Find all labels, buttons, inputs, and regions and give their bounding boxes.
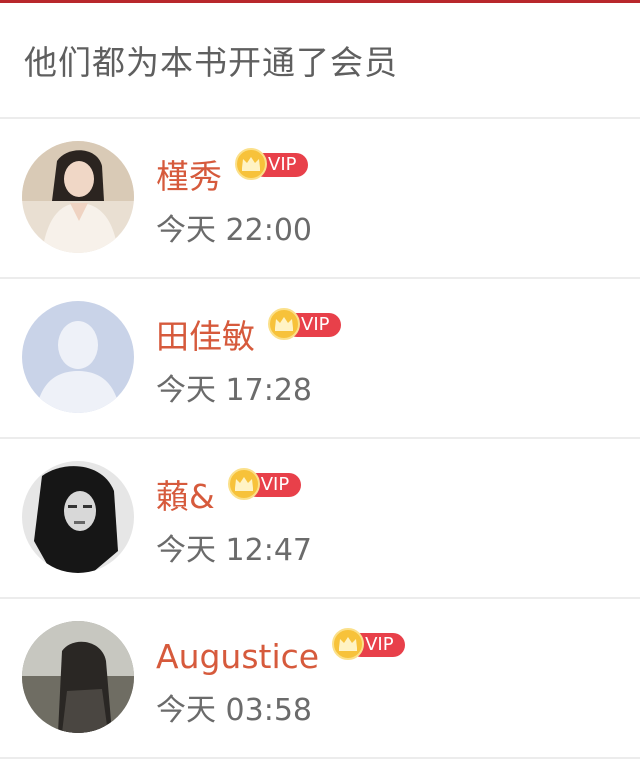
name-line: 槿秀 VIP <box>156 147 308 207</box>
crown-icon <box>227 468 260 500</box>
vip-label: VIP <box>365 634 394 655</box>
avatar[interactable] <box>22 301 134 413</box>
avatar[interactable] <box>22 621 134 733</box>
section-header: 他们都为本书开通了会员 <box>0 3 640 117</box>
section-title: 他们都为本书开通了会员 <box>24 43 398 82</box>
member-time: 今天 12:47 <box>156 533 312 568</box>
crown-icon <box>235 148 267 180</box>
member-time: 今天 22:00 <box>156 213 312 248</box>
member-time: 今天 17:28 <box>156 373 312 408</box>
member-name[interactable]: Augustice <box>156 637 319 677</box>
vip-label: VIP <box>268 154 297 175</box>
vip-badge: VIP <box>227 467 301 501</box>
crown-icon <box>332 628 365 660</box>
avatar[interactable] <box>22 461 134 573</box>
name-line: 藾& VIP <box>156 467 301 527</box>
vip-badge: VIP <box>331 627 406 661</box>
name-line: 田佳敏 VIP <box>156 307 341 367</box>
member-row[interactable]: 藾& VIP 今天 12:47 <box>0 439 640 599</box>
member-row[interactable]: 槿秀 VIP 今天 22:00 <box>0 119 640 279</box>
member-name[interactable]: 田佳敏 <box>156 317 255 357</box>
member-list: 槿秀 VIP 今天 22:00 田佳敏 VIP 今天 17:28 藾& VIP … <box>0 119 640 759</box>
name-line: Augustice VIP <box>156 627 406 687</box>
vip-label: VIP <box>260 474 290 495</box>
member-name[interactable]: 藾& <box>156 477 215 517</box>
member-name[interactable]: 槿秀 <box>156 157 222 197</box>
vip-badge: VIP <box>234 147 308 181</box>
crown-icon <box>268 308 300 340</box>
member-row[interactable]: Augustice VIP 今天 03:58 <box>0 599 640 759</box>
member-time: 今天 03:58 <box>156 693 312 728</box>
vip-label: VIP <box>301 314 330 335</box>
avatar[interactable] <box>22 141 134 253</box>
member-row[interactable]: 田佳敏 VIP 今天 17:28 <box>0 279 640 439</box>
vip-badge: VIP <box>267 307 341 341</box>
